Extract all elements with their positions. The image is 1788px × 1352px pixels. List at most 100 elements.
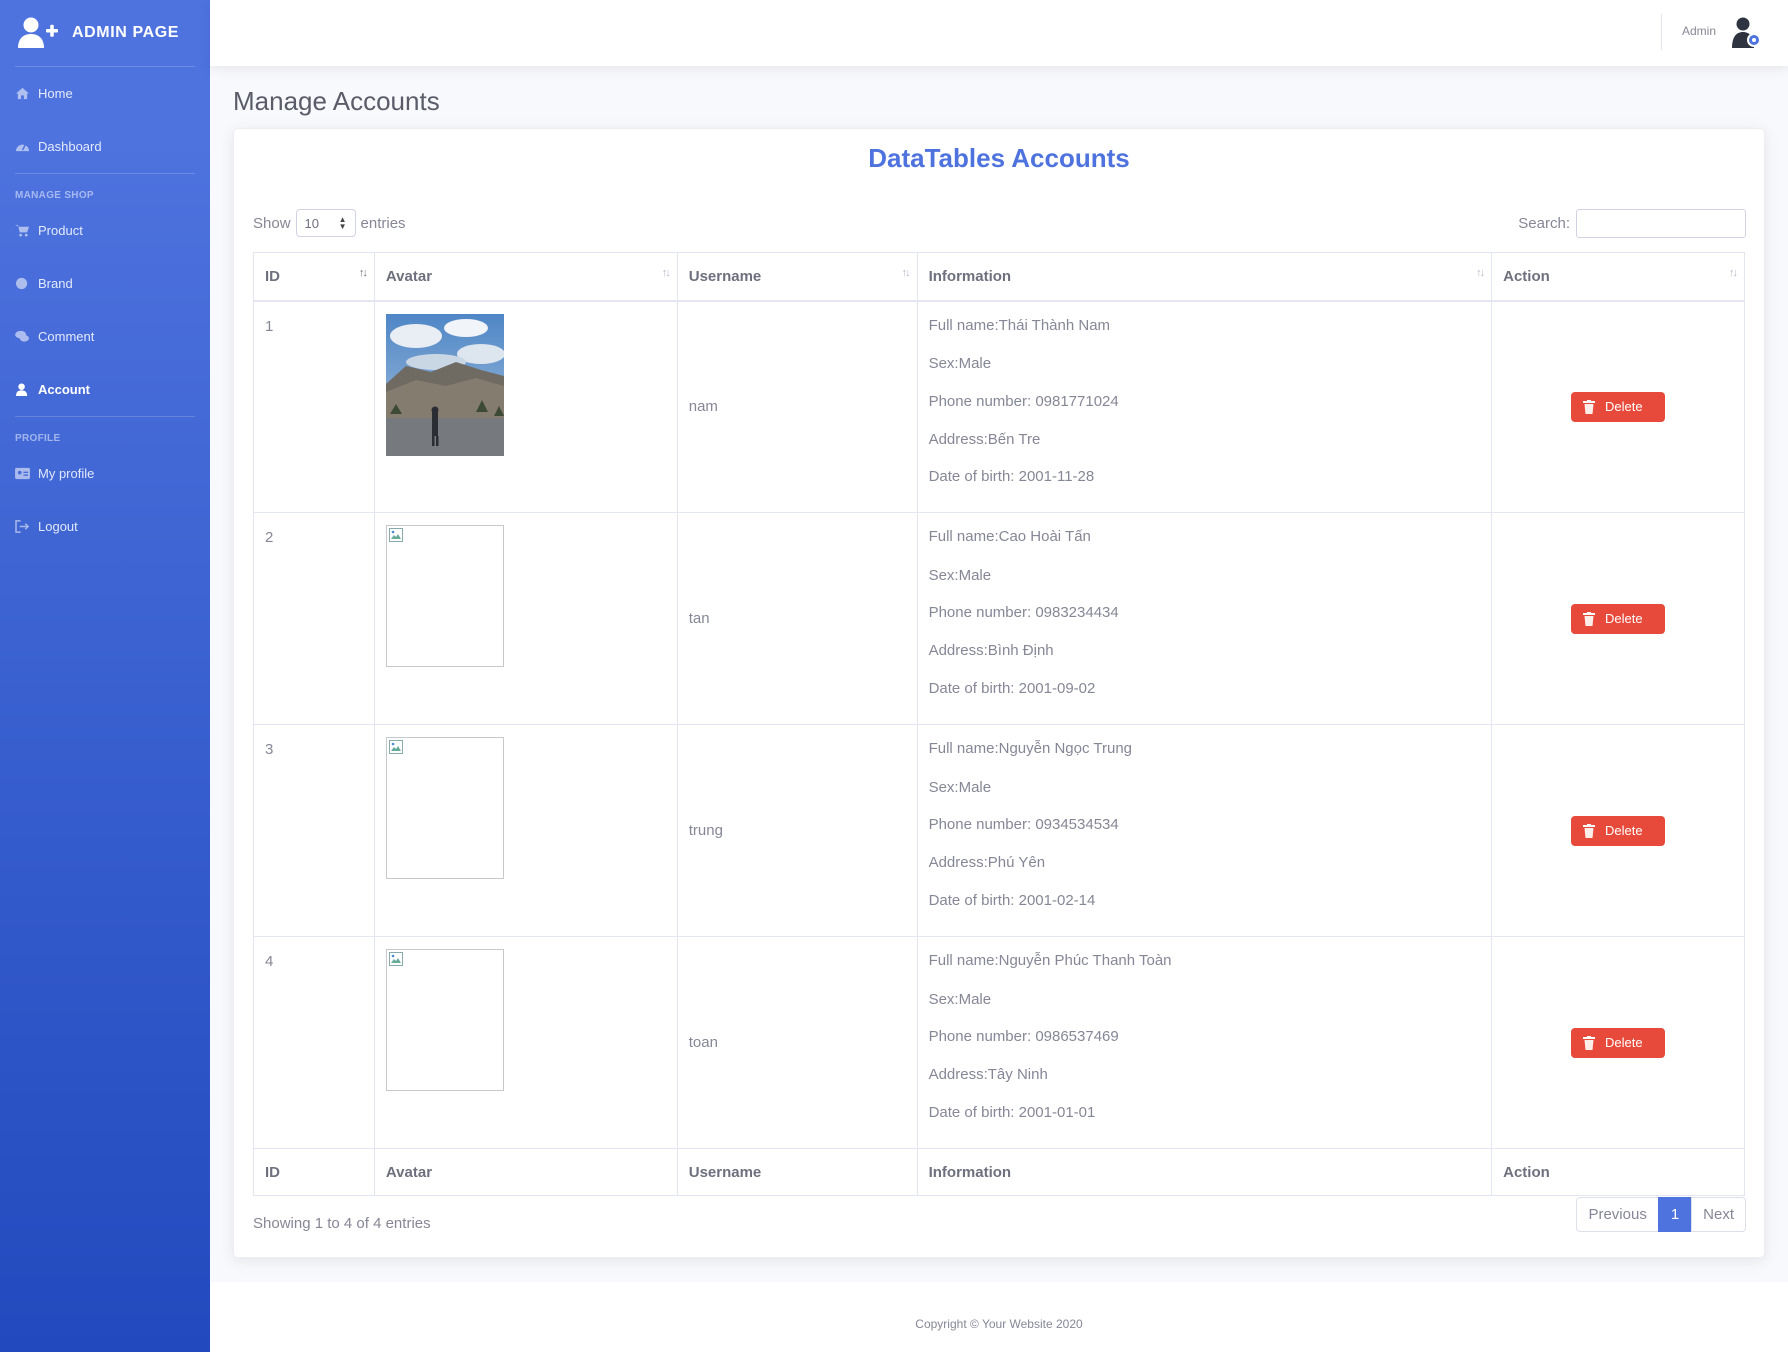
sidebar-item-label: Comment — [38, 329, 95, 344]
sidebar-item-label: Brand — [38, 276, 73, 291]
cell-id: 4 — [253, 936, 375, 1149]
info-full-name: Full name:Cao Hoài Tấn — [928, 528, 1091, 545]
sidebar-item-logout[interactable]: Logout — [0, 500, 210, 553]
sidebar-item-label: Product — [38, 223, 83, 238]
cell-action: Delete — [1491, 300, 1745, 513]
topbar: Admin — [210, 0, 1788, 66]
info-sex: Sex:Male — [928, 990, 992, 1008]
trash-icon — [1583, 1035, 1596, 1050]
trash-icon — [1583, 611, 1596, 626]
trash-icon — [1583, 823, 1596, 838]
footer-column-action: Action — [1491, 1148, 1745, 1196]
card-title: DataTables Accounts — [868, 143, 1130, 173]
brand-text: ADMIN PAGE — [72, 24, 180, 41]
cell-avatar — [373, 724, 678, 937]
home-icon — [16, 87, 29, 100]
footer-column-username: Username — [676, 1148, 918, 1196]
delete-label: Delete — [1605, 611, 1643, 626]
cell-action: Delete — [1491, 936, 1745, 1149]
page-1-button[interactable]: 1 — [1657, 1197, 1693, 1232]
page-title: Manage Accounts — [233, 86, 440, 116]
copyright-text: Copyright © Your Website 2020 — [915, 1317, 1083, 1331]
info-phone: Phone number: 0983234434 — [928, 604, 1119, 622]
table-header-row: ID ↑↓ Avatar ↑↓ Username ↑↓ Information ↑↓ A… — [253, 252, 1745, 302]
cell-id: 3 — [253, 724, 375, 937]
search-input[interactable] — [1576, 209, 1746, 238]
avatar-image-broken — [385, 737, 504, 879]
cell-information: Full name:Nguyễn Phúc Thanh Toàn Sex:Mal… — [916, 936, 1493, 1149]
delete-button[interactable]: Delete — [1571, 815, 1666, 846]
info-phone: Phone number: 0986537469 — [928, 1028, 1119, 1046]
info-sex: Sex:Male — [928, 355, 992, 373]
sidebar-heading-profile: PROFILE — [15, 433, 61, 444]
cell-id: 1 — [253, 300, 375, 513]
sort-icon: ↑↓ — [901, 267, 911, 279]
cell-username: toan — [676, 936, 918, 1149]
cell-action: Delete — [1491, 512, 1745, 725]
user-plus-icon — [18, 17, 58, 48]
info-sex: Sex:Male — [928, 778, 992, 796]
table-info: Showing 1 to 4 of 4 entries — [253, 1215, 431, 1232]
sign-out-icon — [15, 520, 30, 533]
avatar-photo — [385, 313, 504, 456]
trash-icon — [1583, 399, 1596, 414]
info-address: Address:Bình Định — [928, 642, 1054, 660]
delete-button[interactable]: Delete — [1571, 391, 1666, 422]
entries-label: entries — [360, 214, 406, 232]
info-dob: Date of birth: 2001-02-14 — [928, 891, 1096, 909]
page-length-value: 10 — [304, 215, 319, 231]
sidebar-item-comment[interactable]: Comment — [0, 310, 210, 363]
user-avatar-icon[interactable] — [1730, 16, 1762, 48]
sidebar-item-account[interactable]: Account — [0, 363, 210, 416]
footer: Copyright © Your Website 2020 — [210, 1282, 1788, 1352]
info-address: Address:Phú Yên — [928, 854, 1046, 872]
sidebar-brand[interactable]: ADMIN PAGE — [0, 0, 210, 66]
sort-asc-icon: ↑↓ — [358, 267, 368, 279]
topbar-divider — [1661, 14, 1662, 50]
sidebar-item-product[interactable]: Product — [0, 204, 210, 257]
sidebar-item-label: Account — [38, 382, 90, 397]
sort-icon: ↑↓ — [1729, 267, 1738, 279]
info-phone: Phone number: 0934534534 — [928, 816, 1119, 834]
column-label: Avatar — [385, 267, 433, 285]
cell-id: 2 — [253, 512, 375, 725]
info-phone: Phone number: 0981771024 — [928, 392, 1119, 410]
delete-button[interactable]: Delete — [1571, 1027, 1666, 1058]
search-label: Search: — [1518, 215, 1570, 232]
cell-avatar — [373, 300, 678, 513]
cell-action: Delete — [1491, 724, 1745, 937]
page-length-select[interactable]: 10 ▲ ▼ — [295, 209, 356, 237]
column-header-action[interactable]: Action ↑↓ — [1491, 252, 1745, 302]
column-header-avatar[interactable]: Avatar ↑↓ — [373, 252, 678, 302]
footer-column-id: ID — [253, 1148, 375, 1196]
sidebar-item-dashboard[interactable]: Dashboard — [0, 120, 210, 173]
comments-icon — [15, 330, 29, 342]
cell-avatar — [373, 936, 678, 1149]
info-full-name: Full name:Thái Thành Nam — [928, 316, 1111, 334]
column-header-id[interactable]: ID ↑↓ — [253, 252, 375, 302]
info-dob: Date of birth: 2001-11-28 — [928, 468, 1095, 486]
user-name[interactable]: Admin — [1682, 24, 1716, 38]
sort-icon: ↑↓ — [661, 267, 671, 279]
table-row: 1 nam Full name:Thái Thành Nam Sex:Male … — [253, 300, 1745, 513]
sidebar-item-my-profile[interactable]: My profile — [0, 447, 210, 500]
previous-page-button[interactable]: Previous — [1576, 1197, 1659, 1232]
cell-avatar — [373, 512, 678, 725]
table-row: 3 trung Full name:Nguyễn Ngọc Trung Sex:… — [253, 724, 1745, 937]
sort-icon: ↑↓ — [1476, 267, 1485, 279]
sidebar-item-label: Dashboard — [38, 139, 102, 154]
sidebar-item-home[interactable]: Home — [0, 67, 210, 120]
sidebar-item-brand[interactable]: Brand — [0, 257, 210, 310]
column-header-username[interactable]: Username ↑↓ — [676, 252, 918, 302]
footer-column-information: Information — [916, 1148, 1493, 1196]
column-header-information[interactable]: Information ↑↓ — [916, 252, 1493, 302]
accounts-card: DataTables Accounts Show 10 ▲ ▼ entries S… — [233, 128, 1765, 1258]
user-icon — [16, 383, 28, 396]
sidebar: ADMIN PAGE Home Dashboard MANAGE SHOP Pr… — [0, 0, 210, 1352]
search-control: Search: — [1518, 209, 1746, 238]
broken-image-icon — [388, 740, 403, 754]
info-full-name: Full name:Nguyễn Ngọc Trung — [928, 740, 1133, 757]
delete-button[interactable]: Delete — [1571, 603, 1666, 634]
next-page-button[interactable]: Next — [1691, 1197, 1746, 1232]
delete-label: Delete — [1605, 1035, 1643, 1050]
